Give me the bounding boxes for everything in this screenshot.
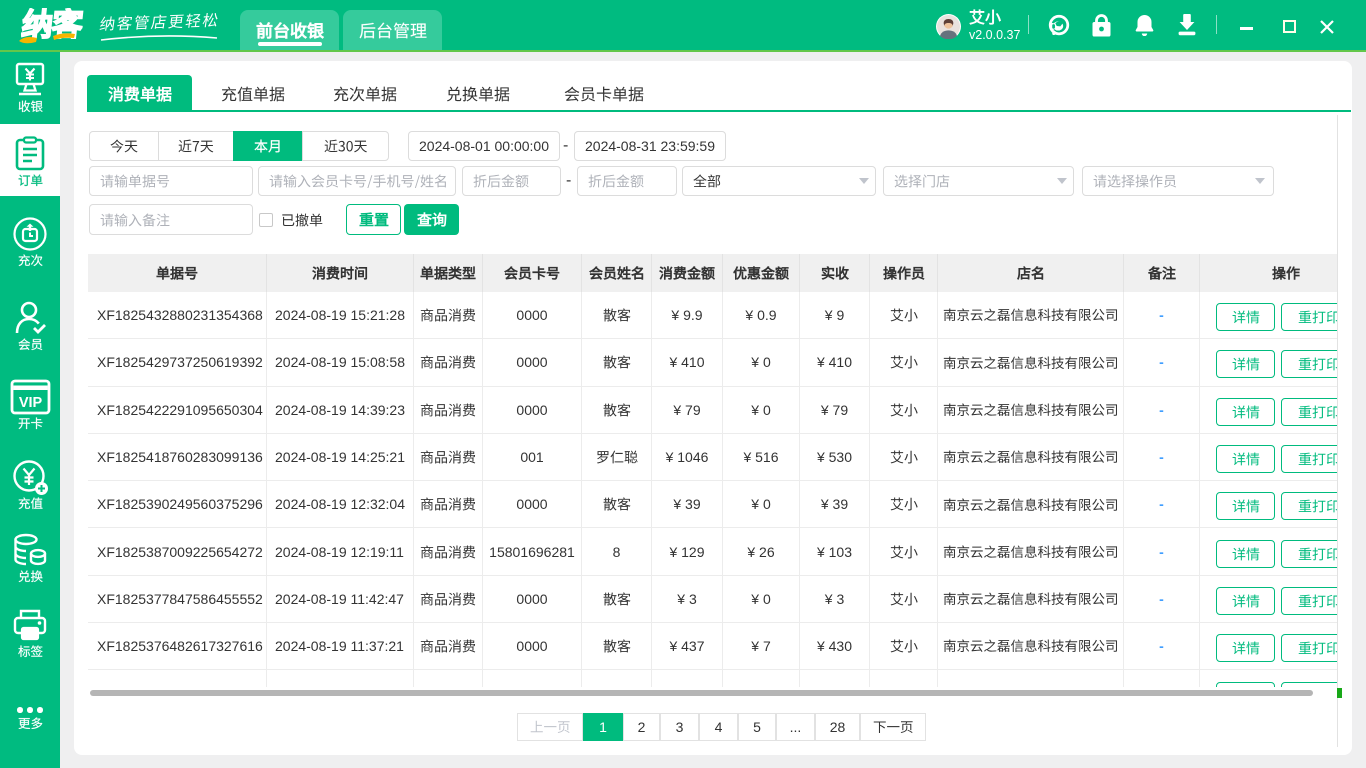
svg-text:VIP: VIP (18, 395, 42, 411)
